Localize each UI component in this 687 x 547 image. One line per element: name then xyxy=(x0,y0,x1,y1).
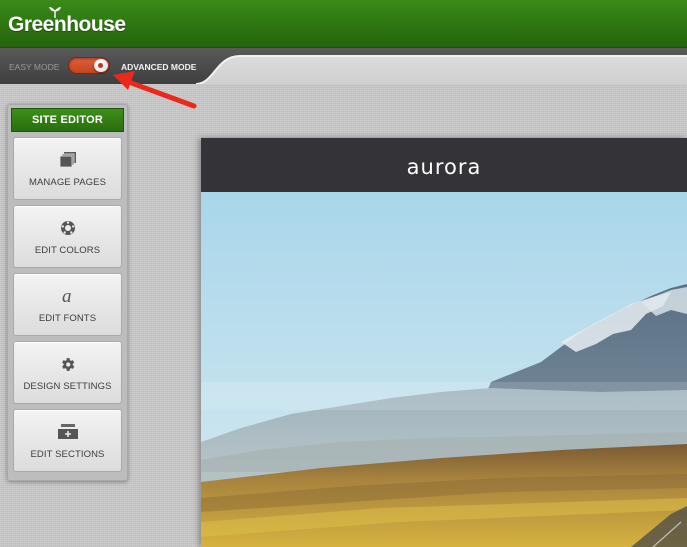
greenhouse-logo[interactable]: Greenhouse xyxy=(8,13,126,37)
mode-bar-curve xyxy=(196,48,687,84)
design-settings-button[interactable]: DESIGN SETTINGS xyxy=(13,341,122,404)
easy-mode-label[interactable]: EASY MODE xyxy=(9,62,59,72)
registered-mark: ® xyxy=(110,26,116,33)
gear-icon xyxy=(62,357,75,371)
sprout-icon xyxy=(49,7,61,18)
manage-pages-button[interactable]: MANAGE PAGES xyxy=(13,137,122,200)
edit-colors-label: EDIT COLORS xyxy=(34,245,101,256)
palette-icon xyxy=(60,221,75,235)
site-preview[interactable]: aurora xyxy=(201,138,687,547)
app-header: Greenhouse ® xyxy=(0,0,687,48)
edit-sections-label: EDIT SECTIONS xyxy=(30,449,105,460)
font-icon: a xyxy=(62,286,72,306)
edit-fonts-label: EDIT FONTS xyxy=(38,313,97,324)
pages-icon xyxy=(59,152,76,168)
site-editor-title: SITE EDITOR xyxy=(11,108,124,132)
edit-sections-button[interactable]: EDIT SECTIONS xyxy=(13,409,122,472)
site-brand-logo[interactable]: aurora xyxy=(201,155,687,179)
design-settings-label: DESIGN SETTINGS xyxy=(23,381,112,392)
manage-pages-label: MANAGE PAGES xyxy=(28,177,107,188)
edit-colors-button[interactable]: EDIT COLORS xyxy=(13,205,122,268)
edit-fonts-button[interactable]: a EDIT FONTS xyxy=(13,273,122,336)
hero-image xyxy=(201,192,687,547)
site-editor-panel: SITE EDITOR MANAGE PAGES EDIT COLORS a E… xyxy=(7,104,128,481)
preview-header: aurora xyxy=(201,138,687,192)
sections-icon xyxy=(57,424,78,439)
svg-text:a: a xyxy=(62,286,72,306)
